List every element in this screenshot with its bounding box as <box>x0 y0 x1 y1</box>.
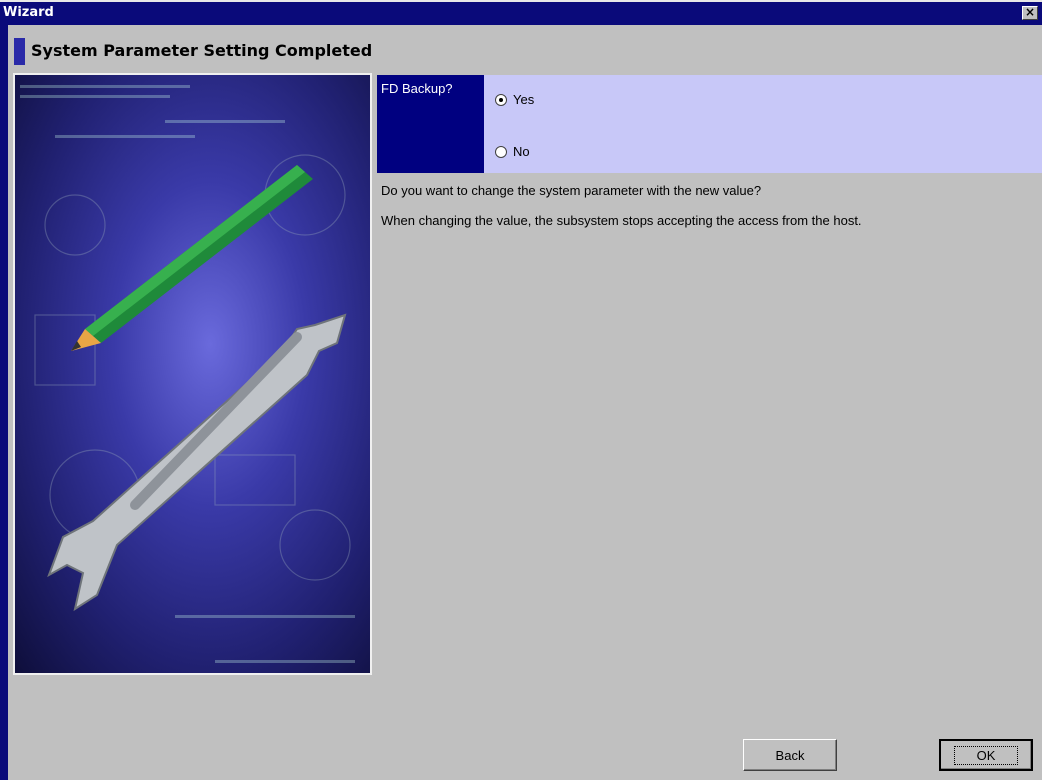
radio-no-button[interactable] <box>495 145 507 158</box>
fd-backup-options: Yes No <box>484 75 1042 173</box>
ok-button[interactable]: OK <box>939 739 1033 771</box>
access-warning: When changing the value, the subsystem s… <box>381 213 862 228</box>
radio-no[interactable]: No <box>495 144 530 159</box>
fd-backup-label: FD Backup? <box>377 75 484 173</box>
window-title: Wizard <box>3 5 54 20</box>
header-accent-bar <box>14 38 25 65</box>
radio-no-label: No <box>513 144 530 159</box>
back-button[interactable]: Back <box>743 739 837 771</box>
title-bar: Wizard × <box>0 0 1042 25</box>
back-button-label: Back <box>775 747 805 763</box>
page-title: System Parameter Setting Completed <box>31 41 373 60</box>
close-button[interactable]: × <box>1022 6 1038 20</box>
confirm-question: Do you want to change the system paramet… <box>381 183 762 198</box>
pencil-icon <box>71 165 313 351</box>
radio-yes-label: Yes <box>513 92 535 107</box>
wizard-illustration <box>13 73 372 675</box>
window-frame-left <box>0 25 8 780</box>
wrench-icon <box>47 313 347 612</box>
radio-yes-button[interactable] <box>495 93 507 106</box>
radio-yes[interactable]: Yes <box>495 92 534 107</box>
ok-button-label: OK <box>953 745 1019 765</box>
